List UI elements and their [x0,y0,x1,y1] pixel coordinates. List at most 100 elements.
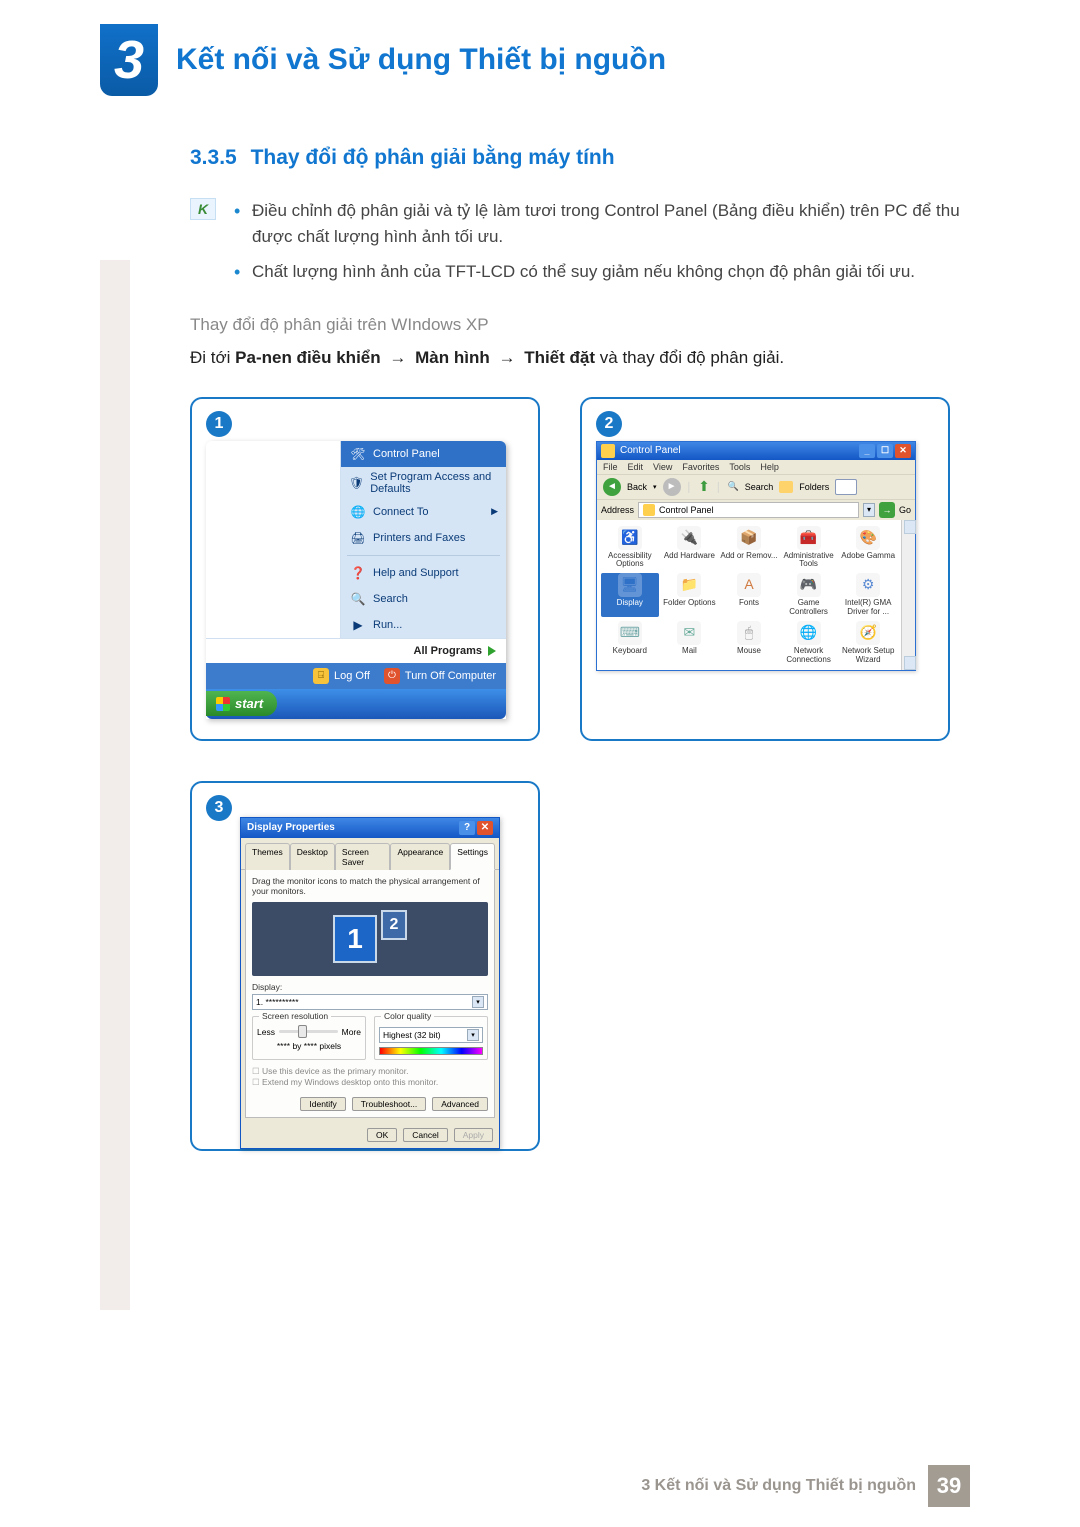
menu-help[interactable]: Help [760,462,779,472]
cp-item[interactable]: AFonts [720,573,778,617]
menu-view[interactable]: View [653,462,672,472]
cp-item-label: Game Controllers [780,599,838,617]
tab-screen-saver[interactable]: Screen Saver [335,843,391,870]
identify-button[interactable]: Identify [300,1097,345,1111]
section-heading: 3.3.5 Thay đổi độ phân giải bằng máy tín… [190,146,970,170]
start-menu-item[interactable]: 🌐Connect To▶ [341,499,506,525]
color-quality-value: Highest (32 bit) [383,1030,441,1040]
go-button[interactable]: → [879,502,895,518]
start-menu-item[interactable]: 🛠Control Panel [341,441,506,467]
cp-item[interactable]: 🖥Display [601,573,659,617]
monitor-1[interactable]: 1 [333,915,377,963]
cp-item[interactable]: 🧭Network Setup Wizard [839,621,897,665]
maximize-button[interactable]: ☐ [877,444,893,458]
cp-item-icon: 🧰 [797,526,821,550]
monitor-arrangement[interactable]: 1 2 [252,902,488,976]
folders-icon [779,481,793,493]
cp-item[interactable]: 🎨Adobe Gamma [839,526,897,570]
extend-desktop-check[interactable]: Extend my Windows desktop onto this moni… [252,1077,488,1089]
chapter-number: 3 [100,24,158,96]
display-select[interactable]: 1. ********** ▾ [252,994,488,1010]
cp-item-label: Folder Options [663,599,715,608]
menu-favorites[interactable]: Favorites [682,462,719,472]
slider-thumb[interactable] [298,1025,307,1038]
scrollbar[interactable] [901,520,915,671]
tab-themes[interactable]: Themes [245,843,290,870]
logoff-button[interactable]: ⍈ Log Off [313,668,370,684]
cp-item-label: Mouse [737,647,761,656]
cp-item-icon: A [737,573,761,597]
address-label: Address [601,505,634,515]
start-menu-right: 🛠Control Panel🛡Set Program Access and De… [341,441,506,638]
cp-item[interactable]: 🧰Administrative Tools [780,526,838,570]
advanced-button[interactable]: Advanced [432,1097,488,1111]
menu-edit[interactable]: Edit [628,462,644,472]
back-button[interactable]: ◄ [603,478,621,496]
forward-button[interactable]: ► [663,478,681,496]
start-menu-item[interactable]: 🖨Printers and Faxes [341,525,506,551]
search-label[interactable]: Search [745,482,774,492]
arrow-right-icon [488,646,496,656]
cp-item[interactable]: 🎮Game Controllers [780,573,838,617]
close-button[interactable]: ✕ [895,444,911,458]
troubleshoot-button[interactable]: Troubleshoot... [352,1097,426,1111]
cp-item-icon: 🎨 [856,526,880,550]
views-button[interactable] [835,479,857,495]
start-menu-item[interactable]: ❓Help and Support [341,560,506,586]
step-panel-2: 2 Control Panel _ ☐ ✕ FileEditViewFavori… [580,397,950,741]
up-icon[interactable]: ⬆ [698,478,710,495]
minimize-button[interactable]: _ [859,444,875,458]
primary-monitor-check[interactable]: Use this device as the primary monitor. [252,1066,488,1078]
cp-item[interactable]: ✉Mail [661,621,719,665]
folders-label[interactable]: Folders [799,482,829,492]
instruction-bold: Màn hình [415,348,490,367]
cp-item[interactable]: ⌨Keyboard [601,621,659,665]
menu-item-icon: ▶ [349,616,367,634]
cp-item[interactable]: 🌐Network Connections [780,621,838,665]
tab-desktop[interactable]: Desktop [290,843,335,870]
ok-button[interactable]: OK [367,1128,397,1142]
turnoff-button[interactable]: ⏻ Turn Off Computer [384,668,496,684]
display-label: Display: [252,982,488,992]
cp-item[interactable]: 🖱Mouse [720,621,778,665]
cp-item-label: Intel(R) GMA Driver for ... [839,599,897,617]
tabs: ThemesDesktopScreen SaverAppearanceSetti… [241,838,499,870]
windows-flag-icon [216,697,230,711]
start-button[interactable]: start [206,691,277,716]
monitor-2[interactable]: 2 [381,910,407,940]
group-title: Screen resolution [259,1011,331,1021]
menu-file[interactable]: File [603,462,618,472]
menu-item-icon: 🌐 [349,503,367,521]
resolution-slider[interactable] [279,1030,338,1033]
color-quality-select[interactable]: Highest (32 bit) ▾ [379,1027,483,1043]
cp-item-label: Accessibility Options [601,552,659,570]
section-number: 3.3.5 [190,146,237,169]
cp-item[interactable]: ♿Accessibility Options [601,526,659,570]
cp-item[interactable]: 📁Folder Options [661,573,719,617]
start-menu-item[interactable]: ▶Run... [341,612,506,638]
chevron-down-icon: ▾ [467,1029,479,1041]
cp-item-icon: ✉ [677,621,701,645]
cp-item-icon: 🖥 [618,573,642,597]
menu-item-icon: 🔍 [349,590,367,608]
submenu-arrow-icon: ▶ [491,506,498,517]
apply-button[interactable]: Apply [454,1128,493,1142]
cp-item[interactable]: 🔌Add Hardware [661,526,719,570]
tab-settings[interactable]: Settings [450,843,495,870]
start-menu-item[interactable]: 🛡Set Program Access and Defaults [341,467,506,499]
close-button[interactable]: ✕ [477,821,493,835]
cp-item[interactable]: 📦Add or Remov... [720,526,778,570]
address-field[interactable]: Control Panel [638,502,859,518]
cancel-button[interactable]: Cancel [403,1128,447,1142]
cp-item[interactable]: ⚙Intel(R) GMA Driver for ... [839,573,897,617]
help-button[interactable]: ? [459,821,475,835]
address-dropdown[interactable]: ▾ [863,503,875,517]
tab-appearance[interactable]: Appearance [390,843,450,870]
menu-tools[interactable]: Tools [729,462,750,472]
address-value: Control Panel [659,505,714,515]
note-list: Điều chỉnh độ phân giải và tỷ lệ làm tươ… [230,198,970,293]
back-label: Back [627,482,647,492]
all-programs-row[interactable]: All Programs [206,638,506,663]
chevron-down-icon: ▾ [472,996,484,1008]
start-menu-item[interactable]: 🔍Search [341,586,506,612]
